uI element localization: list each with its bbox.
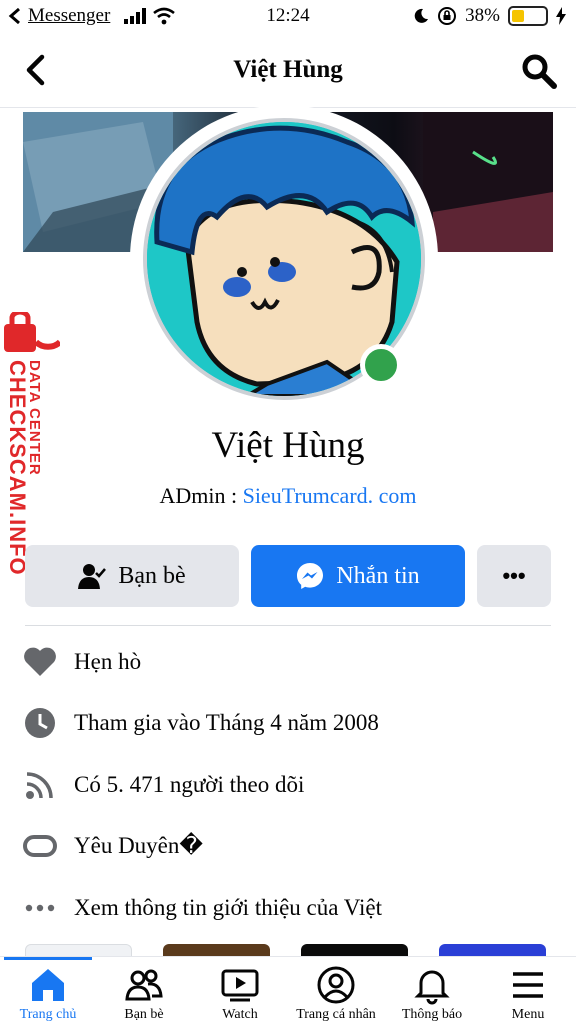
profile-icon <box>317 966 355 1004</box>
battery-icon <box>508 6 548 26</box>
tab-menu[interactable]: Menu <box>480 957 576 1024</box>
friends-icon <box>125 969 163 1001</box>
divider <box>25 625 551 626</box>
bottom-tab-bar: Trang chủ Bạn bè Watch Trang cá nhân Thô… <box>0 956 576 1024</box>
info-text: Có 5. 471 người theo dõi <box>74 772 305 797</box>
info-row-see-about[interactable]: Xem thông tin giới thiệu của Việt <box>22 888 382 928</box>
friends-button[interactable]: Bạn bè <box>25 545 239 607</box>
tab-friends[interactable]: Bạn bè <box>96 957 192 1024</box>
messenger-icon <box>297 563 324 589</box>
relationship-icon <box>23 835 57 857</box>
profile-header: Việt Hùng <box>0 34 576 108</box>
info-row-relationship: Yêu Duyên� <box>22 826 203 866</box>
home-icon <box>32 969 64 1001</box>
tab-label: Trang chủ <box>19 1007 77 1022</box>
menu-icon <box>513 972 543 998</box>
info-text: Hẹn hò <box>74 649 142 674</box>
tab-label: Trang cá nhân <box>296 1007 376 1022</box>
tab-home[interactable]: Trang chủ <box>0 957 96 1024</box>
friends-button-label: Bạn bè <box>118 562 186 589</box>
info-text: Tham gia vào Tháng 4 năm 2008 <box>74 710 379 735</box>
tab-label: Bạn bè <box>124 1007 164 1022</box>
search-icon[interactable] <box>520 52 558 90</box>
tab-profile[interactable]: Trang cá nhân <box>288 957 384 1024</box>
watermark-line2: CHECKSCAM.INFO <box>5 360 30 576</box>
bell-icon <box>414 970 450 1005</box>
message-button-label: Nhắn tin <box>336 562 420 589</box>
friend-check-icon <box>78 564 107 589</box>
more-options-button[interactable]: ••• <box>477 545 551 607</box>
bio-prefix: ADmin : <box>159 483 243 508</box>
online-status-indicator <box>360 344 402 386</box>
bio-link[interactable]: SieuTrumcard. com <box>243 483 417 508</box>
watch-icon <box>221 969 259 1002</box>
charging-bolt-icon <box>556 7 566 25</box>
info-text: Xem thông tin giới thiệu của Việt <box>74 895 383 920</box>
battery-percent: 38% <box>465 5 500 26</box>
info-row-dating[interactable]: Hẹn hò <box>22 642 141 682</box>
more-dots-icon: ••• <box>502 563 526 588</box>
tab-notifications[interactable]: Thông báo <box>384 957 480 1024</box>
tab-label: Watch <box>222 1007 258 1022</box>
status-bar: Messenger 12:24 38% <box>0 0 576 34</box>
heart-icon <box>24 647 56 676</box>
tab-watch[interactable]: Watch <box>192 957 288 1024</box>
rss-icon <box>26 772 53 799</box>
tab-label: Thông báo <box>401 1007 463 1022</box>
page-title: Việt Hùng <box>233 56 343 83</box>
more-dots-icon <box>25 904 55 912</box>
info-row-followers[interactable]: Có 5. 471 người theo dõi <box>22 765 304 805</box>
message-button[interactable]: Nhắn tin <box>251 545 465 607</box>
info-row-joined: Tham gia vào Tháng 4 năm 2008 <box>22 703 379 743</box>
rotation-lock-icon <box>438 7 457 25</box>
info-text: Yêu Duyên� <box>74 833 203 858</box>
moon-icon <box>414 8 429 23</box>
profile-bio: ADmin : SieuTrumcard. com <box>0 483 576 509</box>
tab-label: Menu <box>511 1007 545 1022</box>
profile-name: Việt Hùng <box>211 425 365 466</box>
clock-icon <box>25 708 55 738</box>
